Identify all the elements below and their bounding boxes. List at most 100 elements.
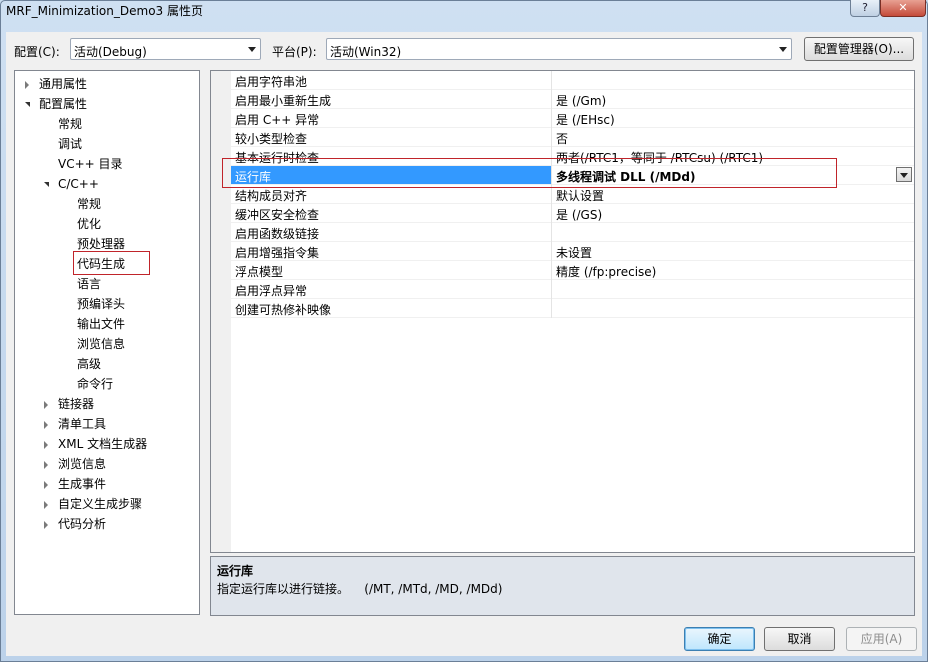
tree-item[interactable]: 浏览信息 [15, 454, 199, 474]
property-value: 是 (/Gm) [556, 94, 607, 108]
column-divider [551, 299, 552, 318]
grid-row[interactable]: 启用字符串池 [231, 71, 914, 90]
property-name: 创建可热修补映像 [235, 303, 332, 317]
config-combo[interactable]: 活动(Debug) [70, 38, 261, 60]
tree-item-label: 常规 [77, 197, 102, 211]
property-name: 浮点模型 [235, 265, 284, 279]
property-name: 较小类型检查 [235, 132, 308, 146]
property-value: 默认设置 [556, 189, 605, 203]
platform-combo[interactable]: 活动(Win32) [326, 38, 792, 60]
tree-item-label: 预编译头 [77, 297, 126, 311]
property-name: 启用最小重新生成 [235, 94, 332, 108]
grid-margin [211, 71, 231, 552]
expanded-arrow-icon[interactable] [25, 102, 30, 107]
expanded-arrow-icon[interactable] [44, 182, 49, 187]
grid-row[interactable]: 浮点模型 精度 (/fp:precise) [231, 261, 914, 280]
tree-item[interactable]: 生成事件 [15, 474, 199, 494]
tree-item-label: VC++ 目录 [58, 157, 123, 171]
tree-item[interactable]: 常规 [15, 114, 199, 134]
column-divider [551, 242, 552, 261]
collapsed-arrow-icon[interactable] [44, 481, 48, 489]
property-name: 启用字符串池 [235, 75, 308, 89]
property-name: 缓冲区安全检查 [235, 208, 320, 222]
chevron-down-icon [900, 173, 908, 178]
cancel-button[interactable]: 取消 [764, 627, 835, 651]
window-title: MRF_Minimization_Demo3 属性页 [6, 4, 203, 18]
property-name: 启用 C++ 异常 [235, 113, 320, 127]
tree-item[interactable]: 语言 [15, 274, 199, 294]
property-grid[interactable]: 启用字符串池 启用最小重新生成是 (/Gm) 启用 C++ 异常是 (/EHsc) 较… [210, 70, 915, 553]
column-divider [551, 280, 552, 299]
chevron-down-icon [779, 47, 787, 52]
tree-item-label: 常规 [58, 117, 83, 131]
tree-item[interactable]: VC++ 目录 [15, 154, 199, 174]
value-dropdown-button[interactable] [896, 167, 912, 182]
tree-item[interactable]: 清单工具 [15, 414, 199, 434]
tree-item-label: 自定义生成步骤 [58, 497, 143, 511]
collapsed-arrow-icon[interactable] [44, 501, 48, 509]
collapsed-arrow-icon[interactable] [44, 521, 48, 529]
property-name: 结构成员对齐 [235, 189, 308, 203]
annotation-box [73, 251, 150, 275]
tree-item[interactable]: 链接器 [15, 394, 199, 414]
tree-item-label: 高级 [77, 357, 102, 371]
description-text: 指定运行库以进行链接。 (/MT, /MTd, /MD, /MDd) [217, 582, 503, 596]
grid-row[interactable]: 较小类型检查 否 [231, 128, 914, 147]
title-bar[interactable]: MRF_Minimization_Demo3 属性页 ? ✕ [0, 0, 928, 24]
tree-item-label: 浏览信息 [77, 337, 126, 351]
collapsed-arrow-icon[interactable] [44, 441, 48, 449]
config-manager-button[interactable]: 配置管理器(O)... [804, 37, 914, 61]
description-title: 运行库 [217, 564, 254, 578]
collapsed-arrow-icon[interactable] [44, 461, 48, 469]
apply-button[interactable]: 应用(A) [846, 627, 917, 651]
tree-item[interactable]: 浏览信息 [15, 334, 199, 354]
tree-item-label: XML 文档生成器 [58, 437, 148, 451]
tree-item[interactable]: 常规 [15, 194, 199, 214]
tree-item-label: 通用属性 [39, 77, 88, 91]
collapsed-arrow-icon[interactable] [25, 81, 29, 89]
column-divider [551, 223, 552, 242]
tree-item[interactable]: 通用属性 [15, 74, 199, 94]
config-combo-value: 活动(Debug) [74, 45, 147, 59]
tree-item-label: 优化 [77, 217, 102, 231]
column-divider [551, 261, 552, 280]
grid-row[interactable]: 创建可热修补映像 [231, 299, 914, 318]
tree-item[interactable]: C/C++ [15, 174, 199, 194]
description-panel: 运行库 指定运行库以进行链接。 (/MT, /MTd, /MD, /MDd) [210, 556, 915, 616]
grid-row[interactable]: 启用函数级链接 [231, 223, 914, 242]
config-label: 配置(C): [14, 45, 60, 59]
tree-item[interactable]: XML 文档生成器 [15, 434, 199, 454]
tree-item[interactable]: 优化 [15, 214, 199, 234]
tree-item[interactable]: 配置属性 [15, 94, 199, 114]
collapsed-arrow-icon[interactable] [44, 401, 48, 409]
grid-row[interactable]: 启用增强指令集 未设置 [231, 242, 914, 261]
tree-item[interactable]: 调试 [15, 134, 199, 154]
tree-item[interactable]: 自定义生成步骤 [15, 494, 199, 514]
tree-item[interactable]: 输出文件 [15, 314, 199, 334]
grid-row[interactable]: 启用最小重新生成 是 (/Gm) [231, 90, 914, 109]
tree-item[interactable]: 高级 [15, 354, 199, 374]
property-tree[interactable]: 通用属性 配置属性 常规 调试 VC++ 目录 C/C++ 常规 优化 预处理器 代码生成 语言 预编… [14, 70, 200, 615]
help-button[interactable]: ? [850, 0, 880, 17]
grid-row[interactable]: 启用浮点异常 [231, 280, 914, 299]
annotation-box [222, 158, 837, 188]
tree-item[interactable]: 预编译头 [15, 294, 199, 314]
property-value: 未设置 [556, 246, 593, 260]
grid-row[interactable]: 启用 C++ 异常 是 (/EHsc) [231, 109, 914, 128]
property-value: 精度 (/fp:precise) [556, 265, 657, 279]
tree-item-label: 清单工具 [58, 417, 107, 431]
tree-item-label: 语言 [77, 277, 102, 291]
tree-item[interactable]: 代码分析 [15, 514, 199, 534]
tree-item[interactable]: 命令行 [15, 374, 199, 394]
ok-button[interactable]: 确定 [684, 627, 755, 651]
column-divider [551, 71, 552, 90]
tree-item-label: 生成事件 [58, 477, 107, 491]
tree-item-label: 代码分析 [58, 517, 107, 531]
tree-item-label: 命令行 [77, 377, 114, 391]
property-value: 是 (/EHsc) [556, 113, 615, 127]
tree-item-label: C/C++ [58, 177, 99, 191]
collapsed-arrow-icon[interactable] [44, 421, 48, 429]
close-button[interactable]: ✕ [880, 0, 926, 17]
grid-row[interactable]: 缓冲区安全检查 是 (/GS) [231, 204, 914, 223]
tree-item-label: 配置属性 [39, 97, 88, 111]
